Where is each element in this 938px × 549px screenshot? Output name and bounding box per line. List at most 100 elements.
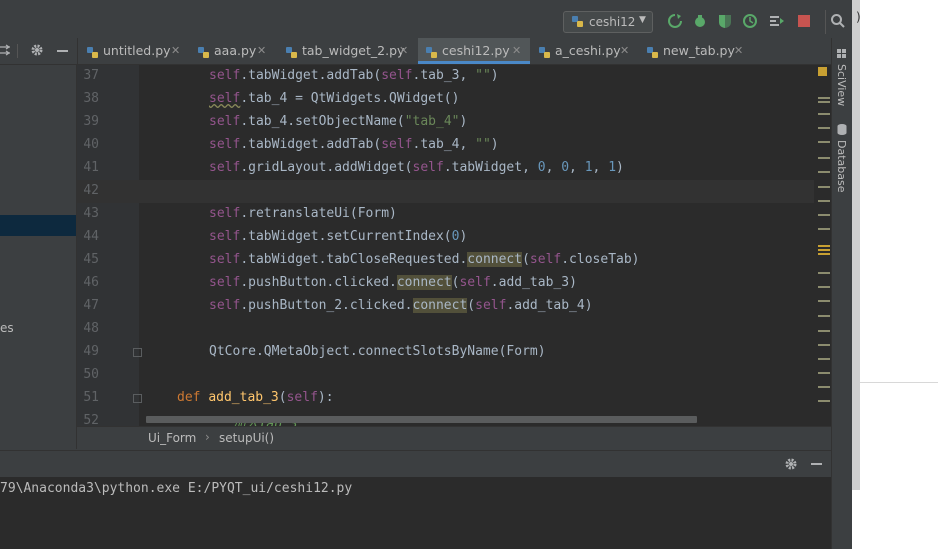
close-icon[interactable]: ✕ <box>734 38 743 63</box>
stripe-mark[interactable] <box>818 245 830 247</box>
project-tree-item-text[interactable]: es <box>0 321 14 335</box>
run-panel-header <box>0 450 831 478</box>
code-line-41: self.gridLayout.addWidget(self.tabWidget… <box>209 160 624 175</box>
code-token: ( <box>522 252 530 267</box>
stripe-mark[interactable] <box>818 200 830 202</box>
run-config-selector[interactable]: ceshi12 ▼ <box>563 11 653 33</box>
stripe-mark[interactable] <box>818 249 830 251</box>
stripe-mark[interactable] <box>818 330 830 332</box>
code-token: self <box>209 91 241 106</box>
close-icon[interactable]: ✕ <box>257 38 266 63</box>
sciview-tool-button[interactable]: SciView <box>835 64 848 106</box>
stripe-mark[interactable] <box>818 228 830 230</box>
code-token: .retranslateUi(Form) <box>240 206 397 221</box>
stripe-mark[interactable] <box>818 315 830 317</box>
stripe-mark[interactable] <box>818 214 830 216</box>
code-token: .tab_3, <box>412 68 476 83</box>
python-file-icon <box>86 43 100 58</box>
fold-marker-icon[interactable] <box>133 394 142 403</box>
tab-new-tab[interactable]: new_tab.py ✕ <box>639 38 751 64</box>
python-file-icon <box>538 43 552 58</box>
code-line-46: self.pushButton.clicked.connect(self.add… <box>209 275 577 290</box>
code-token: 0 <box>561 160 570 175</box>
warning-icon[interactable] <box>818 67 827 76</box>
code-token: connect <box>467 252 523 267</box>
code-token: QtCore.QMetaObject.connectSlotsByName(Fo… <box>209 344 546 359</box>
database-tool-button[interactable]: Database <box>835 140 848 193</box>
stripe-mark[interactable] <box>818 186 830 188</box>
search-icon[interactable] <box>830 13 846 29</box>
stripe-mark[interactable] <box>818 171 830 173</box>
run-config-label: ceshi12 <box>589 15 636 29</box>
close-icon[interactable]: ✕ <box>399 38 408 63</box>
stripe-mark[interactable] <box>818 286 830 288</box>
profile-icon[interactable] <box>742 13 758 29</box>
code-token: self <box>381 137 413 152</box>
gear-icon[interactable] <box>784 457 798 474</box>
gear-icon[interactable] <box>30 43 44 60</box>
minimize-panel-icon[interactable] <box>811 463 822 465</box>
code-token: .tab_4 = QtWidgets.QWidget() <box>240 91 460 106</box>
python-file-icon <box>197 43 211 58</box>
close-icon[interactable]: ✕ <box>512 38 521 63</box>
stripe-mark[interactable] <box>818 157 830 159</box>
stripe-mark[interactable] <box>818 344 830 346</box>
stripe-mark[interactable] <box>818 113 830 115</box>
stripe-mark[interactable] <box>818 272 830 274</box>
stripe-mark[interactable] <box>818 400 830 402</box>
horizontal-scrollbar[interactable] <box>146 416 697 423</box>
ide-window: ceshi12 ▼ untitled.py ✕ aaa.py ✕ tab_wid… <box>0 0 852 549</box>
breadcrumb-method[interactable]: setupUi() <box>219 431 274 445</box>
collapse-all-icon[interactable] <box>0 43 12 60</box>
code-line-39: self.tab_4.setObjectName("tab_4") <box>209 114 467 129</box>
code-token: .gridLayout.addWidget( <box>240 160 413 175</box>
close-icon[interactable]: ✕ <box>620 38 629 63</box>
code-token: self <box>475 298 507 313</box>
code-token: self <box>381 68 413 83</box>
background-divider <box>860 382 938 383</box>
stripe-mark[interactable] <box>818 253 830 255</box>
close-icon[interactable]: ✕ <box>171 38 180 63</box>
chevron-down-icon: ▼ <box>639 15 646 25</box>
line-number: 44 <box>83 229 99 244</box>
tab-a-ceshi[interactable]: a_ceshi.py ✕ <box>531 38 639 64</box>
stop-icon[interactable] <box>796 13 812 29</box>
stripe-mark[interactable] <box>818 300 830 302</box>
code-token: ) <box>490 137 499 152</box>
code-line-45: self.tabWidget.tabCloseRequested.connect… <box>209 252 640 267</box>
stripe-mark[interactable] <box>818 372 830 374</box>
stripe-mark[interactable] <box>818 386 830 388</box>
code-token: ): <box>317 390 334 405</box>
coverage-icon[interactable] <box>717 13 733 29</box>
run-icon[interactable] <box>667 13 683 29</box>
code-line-38: self.tab_4 = QtWidgets.QWidget() <box>209 91 459 106</box>
tab-aaa[interactable]: aaa.py ✕ <box>190 38 270 64</box>
project-panel-header <box>0 38 78 64</box>
stripe-mark[interactable] <box>818 358 830 360</box>
python-file-icon <box>646 43 660 58</box>
code-token: .tabWidget.tabCloseRequested. <box>240 252 468 267</box>
line-number: 39 <box>83 114 99 129</box>
debug-icon[interactable] <box>692 13 708 29</box>
run-output-line: 79\Anaconda3\python.exe E:/PYQT_ui/ceshi… <box>0 481 353 496</box>
stripe-mark[interactable] <box>818 127 830 129</box>
line-number: 50 <box>83 367 99 382</box>
code-token: connect <box>396 275 452 290</box>
stripe-mark[interactable] <box>818 101 830 103</box>
code-token: .tab_4.setObjectName( <box>240 114 405 129</box>
tab-ceshi12[interactable]: ceshi12.py ✕ <box>418 38 530 64</box>
tab-untitled[interactable]: untitled.py ✕ <box>79 38 184 64</box>
project-tree-selected-row[interactable] <box>0 215 76 236</box>
code-token: "tab_4" <box>404 114 460 129</box>
code-token: .tabWidget, <box>443 160 538 175</box>
python-file-icon <box>285 43 299 58</box>
tab-tab-widget-2[interactable]: tab_widget_2.py ✕ <box>278 38 412 64</box>
breadcrumb-class[interactable]: Ui_Form <box>148 431 196 445</box>
stripe-mark[interactable] <box>818 97 830 99</box>
stripe-mark[interactable] <box>818 141 830 143</box>
code-token: self <box>209 206 241 221</box>
code-token: .tab_4, <box>412 137 476 152</box>
concurrency-icon[interactable] <box>769 13 785 29</box>
fold-marker-icon[interactable] <box>133 348 142 357</box>
minimize-panel-icon[interactable] <box>57 50 68 52</box>
